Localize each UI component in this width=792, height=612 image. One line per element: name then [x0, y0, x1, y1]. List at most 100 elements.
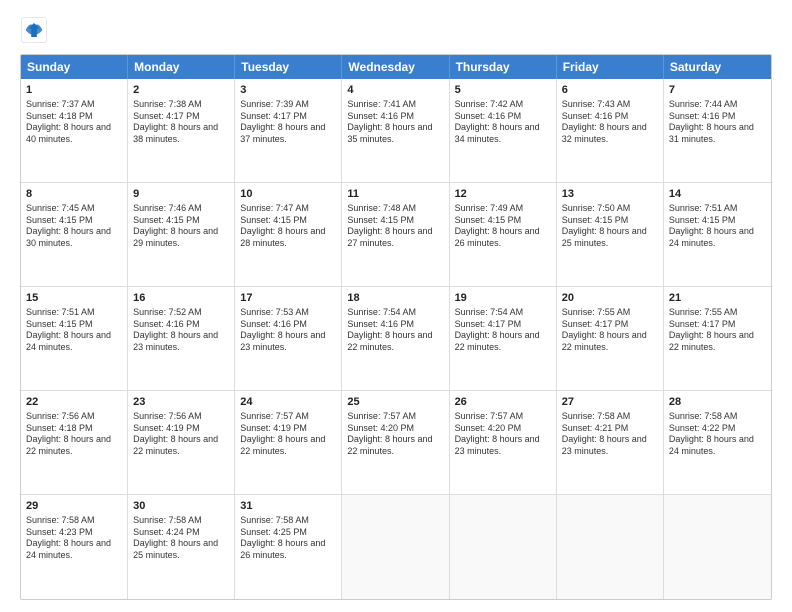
- cell-info: Sunrise: 7:58 AMSunset: 4:21 PMDaylight:…: [562, 411, 658, 458]
- cell-info: Sunrise: 7:54 AMSunset: 4:16 PMDaylight:…: [347, 307, 443, 354]
- empty-cell: [342, 495, 449, 599]
- day-cell-22: 22Sunrise: 7:56 AMSunset: 4:18 PMDayligh…: [21, 391, 128, 494]
- calendar-row-1: 1Sunrise: 7:37 AMSunset: 4:18 PMDaylight…: [21, 79, 771, 183]
- day-cell-8: 8Sunrise: 7:45 AMSunset: 4:15 PMDaylight…: [21, 183, 128, 286]
- day-number: 26: [455, 395, 551, 410]
- cell-info: Sunrise: 7:48 AMSunset: 4:15 PMDaylight:…: [347, 203, 443, 250]
- day-cell-23: 23Sunrise: 7:56 AMSunset: 4:19 PMDayligh…: [128, 391, 235, 494]
- day-number: 15: [26, 291, 122, 306]
- cell-info: Sunrise: 7:58 AMSunset: 4:23 PMDaylight:…: [26, 515, 122, 562]
- day-number: 2: [133, 83, 229, 98]
- empty-cell: [664, 495, 771, 599]
- day-number: 13: [562, 187, 658, 202]
- cell-info: Sunrise: 7:54 AMSunset: 4:17 PMDaylight:…: [455, 307, 551, 354]
- day-cell-29: 29Sunrise: 7:58 AMSunset: 4:23 PMDayligh…: [21, 495, 128, 599]
- day-number: 18: [347, 291, 443, 306]
- day-number: 12: [455, 187, 551, 202]
- empty-cell: [450, 495, 557, 599]
- day-number: 3: [240, 83, 336, 98]
- cell-info: Sunrise: 7:56 AMSunset: 4:18 PMDaylight:…: [26, 411, 122, 458]
- day-cell-24: 24Sunrise: 7:57 AMSunset: 4:19 PMDayligh…: [235, 391, 342, 494]
- cell-info: Sunrise: 7:56 AMSunset: 4:19 PMDaylight:…: [133, 411, 229, 458]
- cell-info: Sunrise: 7:57 AMSunset: 4:20 PMDaylight:…: [455, 411, 551, 458]
- day-number: 10: [240, 187, 336, 202]
- day-cell-27: 27Sunrise: 7:58 AMSunset: 4:21 PMDayligh…: [557, 391, 664, 494]
- cell-info: Sunrise: 7:57 AMSunset: 4:19 PMDaylight:…: [240, 411, 336, 458]
- day-number: 14: [669, 187, 766, 202]
- day-number: 19: [455, 291, 551, 306]
- day-cell-7: 7Sunrise: 7:44 AMSunset: 4:16 PMDaylight…: [664, 79, 771, 182]
- day-cell-3: 3Sunrise: 7:39 AMSunset: 4:17 PMDaylight…: [235, 79, 342, 182]
- day-cell-12: 12Sunrise: 7:49 AMSunset: 4:15 PMDayligh…: [450, 183, 557, 286]
- day-number: 8: [26, 187, 122, 202]
- cell-info: Sunrise: 7:38 AMSunset: 4:17 PMDaylight:…: [133, 99, 229, 146]
- cell-info: Sunrise: 7:58 AMSunset: 4:25 PMDaylight:…: [240, 515, 336, 562]
- day-number: 4: [347, 83, 443, 98]
- day-cell-30: 30Sunrise: 7:58 AMSunset: 4:24 PMDayligh…: [128, 495, 235, 599]
- header-day-saturday: Saturday: [664, 55, 771, 79]
- day-cell-18: 18Sunrise: 7:54 AMSunset: 4:16 PMDayligh…: [342, 287, 449, 390]
- day-cell-4: 4Sunrise: 7:41 AMSunset: 4:16 PMDaylight…: [342, 79, 449, 182]
- cell-info: Sunrise: 7:58 AMSunset: 4:22 PMDaylight:…: [669, 411, 766, 458]
- cell-info: Sunrise: 7:43 AMSunset: 4:16 PMDaylight:…: [562, 99, 658, 146]
- day-cell-9: 9Sunrise: 7:46 AMSunset: 4:15 PMDaylight…: [128, 183, 235, 286]
- day-cell-17: 17Sunrise: 7:53 AMSunset: 4:16 PMDayligh…: [235, 287, 342, 390]
- calendar: SundayMondayTuesdayWednesdayThursdayFrid…: [20, 54, 772, 600]
- day-cell-21: 21Sunrise: 7:55 AMSunset: 4:17 PMDayligh…: [664, 287, 771, 390]
- calendar-row-3: 15Sunrise: 7:51 AMSunset: 4:15 PMDayligh…: [21, 287, 771, 391]
- day-cell-28: 28Sunrise: 7:58 AMSunset: 4:22 PMDayligh…: [664, 391, 771, 494]
- cell-info: Sunrise: 7:45 AMSunset: 4:15 PMDaylight:…: [26, 203, 122, 250]
- day-cell-19: 19Sunrise: 7:54 AMSunset: 4:17 PMDayligh…: [450, 287, 557, 390]
- day-number: 30: [133, 499, 229, 514]
- day-cell-20: 20Sunrise: 7:55 AMSunset: 4:17 PMDayligh…: [557, 287, 664, 390]
- day-cell-15: 15Sunrise: 7:51 AMSunset: 4:15 PMDayligh…: [21, 287, 128, 390]
- cell-info: Sunrise: 7:37 AMSunset: 4:18 PMDaylight:…: [26, 99, 122, 146]
- day-number: 25: [347, 395, 443, 410]
- cell-info: Sunrise: 7:46 AMSunset: 4:15 PMDaylight:…: [133, 203, 229, 250]
- day-number: 22: [26, 395, 122, 410]
- cell-info: Sunrise: 7:51 AMSunset: 4:15 PMDaylight:…: [26, 307, 122, 354]
- day-cell-11: 11Sunrise: 7:48 AMSunset: 4:15 PMDayligh…: [342, 183, 449, 286]
- day-number: 23: [133, 395, 229, 410]
- header-day-wednesday: Wednesday: [342, 55, 449, 79]
- cell-info: Sunrise: 7:44 AMSunset: 4:16 PMDaylight:…: [669, 99, 766, 146]
- day-number: 28: [669, 395, 766, 410]
- logo-icon: [20, 16, 48, 44]
- day-number: 24: [240, 395, 336, 410]
- day-number: 29: [26, 499, 122, 514]
- cell-info: Sunrise: 7:55 AMSunset: 4:17 PMDaylight:…: [669, 307, 766, 354]
- day-cell-31: 31Sunrise: 7:58 AMSunset: 4:25 PMDayligh…: [235, 495, 342, 599]
- day-number: 7: [669, 83, 766, 98]
- day-number: 5: [455, 83, 551, 98]
- day-number: 16: [133, 291, 229, 306]
- day-cell-5: 5Sunrise: 7:42 AMSunset: 4:16 PMDaylight…: [450, 79, 557, 182]
- day-number: 11: [347, 187, 443, 202]
- header-day-friday: Friday: [557, 55, 664, 79]
- day-cell-26: 26Sunrise: 7:57 AMSunset: 4:20 PMDayligh…: [450, 391, 557, 494]
- calendar-row-5: 29Sunrise: 7:58 AMSunset: 4:23 PMDayligh…: [21, 495, 771, 599]
- calendar-header: SundayMondayTuesdayWednesdayThursdayFrid…: [21, 55, 771, 79]
- cell-info: Sunrise: 7:53 AMSunset: 4:16 PMDaylight:…: [240, 307, 336, 354]
- cell-info: Sunrise: 7:58 AMSunset: 4:24 PMDaylight:…: [133, 515, 229, 562]
- day-cell-25: 25Sunrise: 7:57 AMSunset: 4:20 PMDayligh…: [342, 391, 449, 494]
- day-cell-13: 13Sunrise: 7:50 AMSunset: 4:15 PMDayligh…: [557, 183, 664, 286]
- day-cell-10: 10Sunrise: 7:47 AMSunset: 4:15 PMDayligh…: [235, 183, 342, 286]
- cell-info: Sunrise: 7:42 AMSunset: 4:16 PMDaylight:…: [455, 99, 551, 146]
- cell-info: Sunrise: 7:47 AMSunset: 4:15 PMDaylight:…: [240, 203, 336, 250]
- day-number: 6: [562, 83, 658, 98]
- header: [20, 16, 772, 44]
- cell-info: Sunrise: 7:50 AMSunset: 4:15 PMDaylight:…: [562, 203, 658, 250]
- day-number: 1: [26, 83, 122, 98]
- page: SundayMondayTuesdayWednesdayThursdayFrid…: [0, 0, 792, 612]
- cell-info: Sunrise: 7:39 AMSunset: 4:17 PMDaylight:…: [240, 99, 336, 146]
- day-number: 21: [669, 291, 766, 306]
- day-number: 9: [133, 187, 229, 202]
- day-cell-1: 1Sunrise: 7:37 AMSunset: 4:18 PMDaylight…: [21, 79, 128, 182]
- calendar-row-2: 8Sunrise: 7:45 AMSunset: 4:15 PMDaylight…: [21, 183, 771, 287]
- empty-cell: [557, 495, 664, 599]
- header-day-sunday: Sunday: [21, 55, 128, 79]
- day-number: 17: [240, 291, 336, 306]
- header-day-thursday: Thursday: [450, 55, 557, 79]
- cell-info: Sunrise: 7:57 AMSunset: 4:20 PMDaylight:…: [347, 411, 443, 458]
- header-day-monday: Monday: [128, 55, 235, 79]
